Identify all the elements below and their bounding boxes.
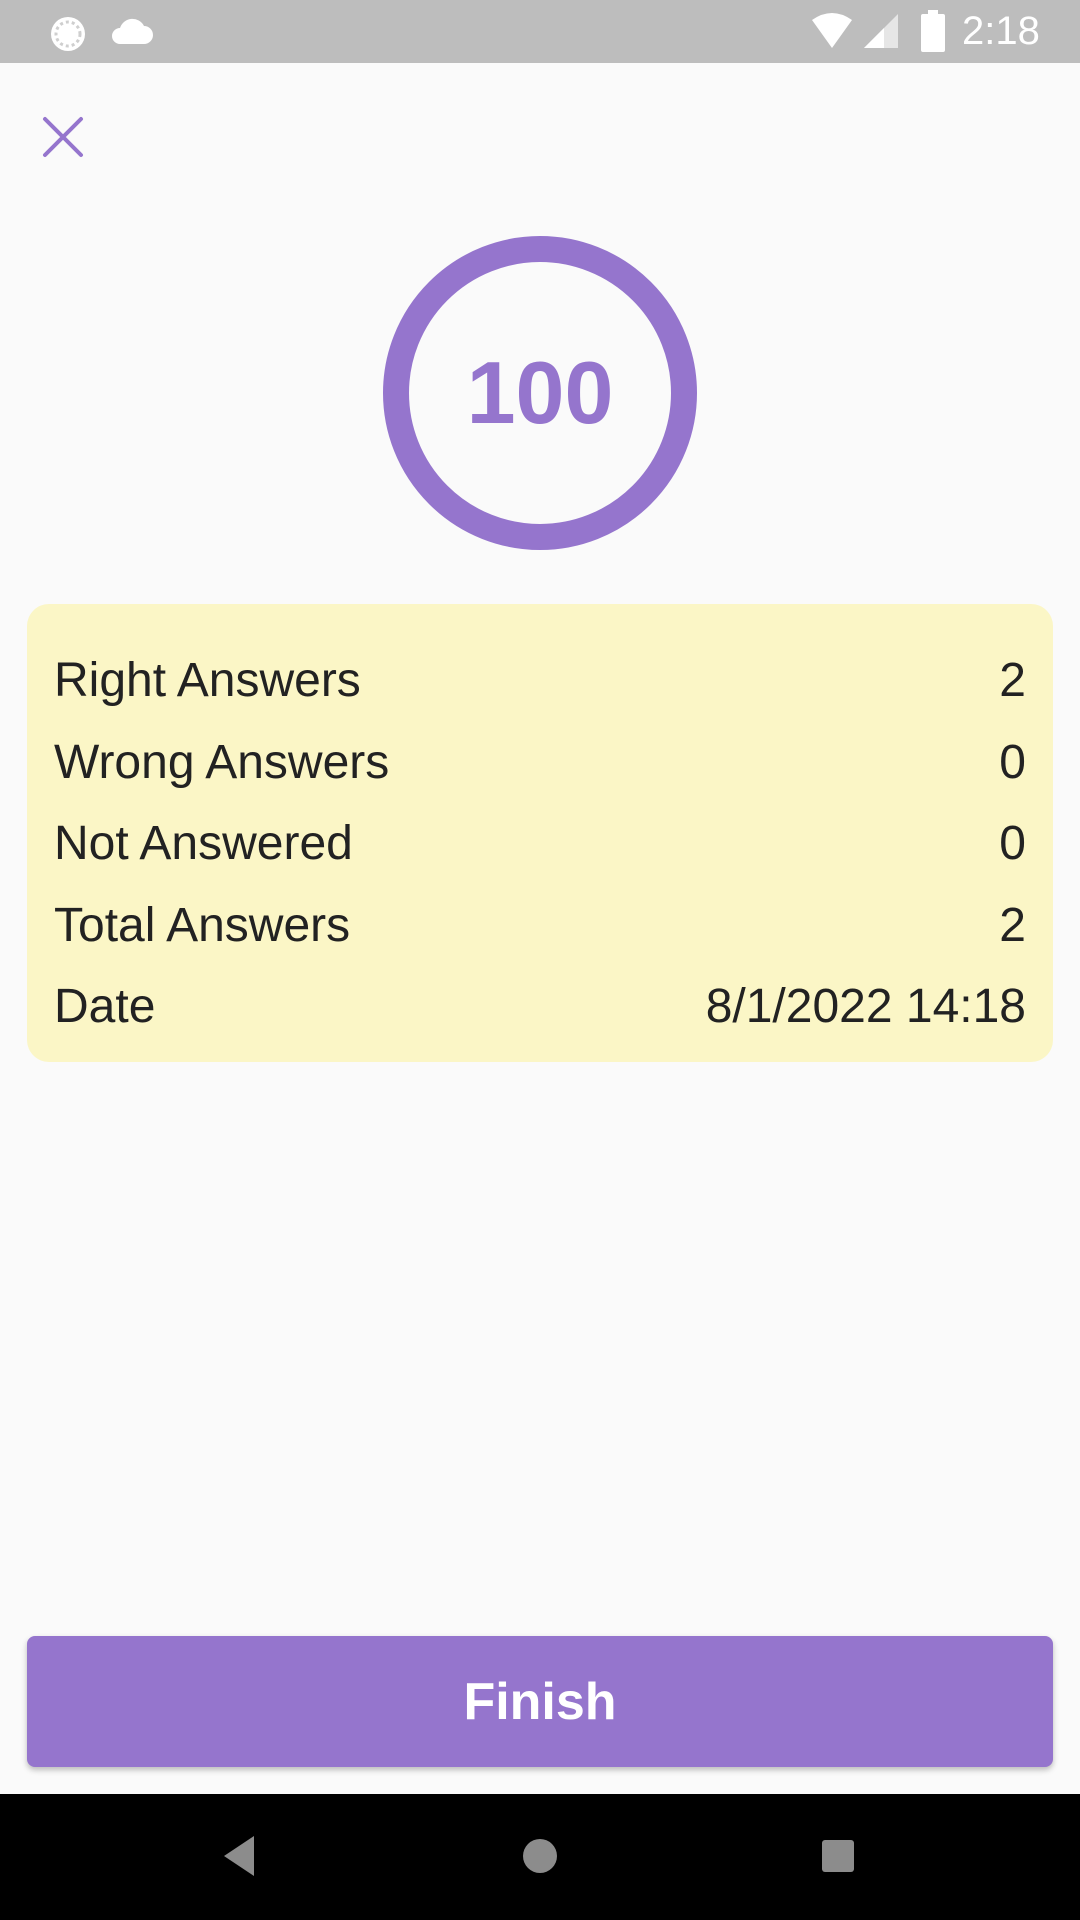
- result-label: Wrong Answers: [54, 735, 390, 789]
- result-row-not-answered: Not Answered 0: [54, 803, 1026, 885]
- battery-icon: [921, 10, 945, 52]
- result-row-wrong-answers: Wrong Answers 0: [54, 722, 1026, 804]
- result-value: 2: [999, 654, 1026, 708]
- score-ring: 100: [382, 235, 698, 551]
- cloud-icon: [108, 14, 154, 48]
- result-value: 0: [999, 735, 1026, 789]
- recents-icon[interactable]: [816, 1832, 860, 1880]
- close-button[interactable]: [30, 106, 96, 172]
- result-row-date: Date 8/1/2022 14:18: [54, 966, 1026, 1048]
- quiz-result-screen: 2:18 100 Right Answers 2 Wrong Answers 0…: [0, 0, 1080, 1920]
- signal-icon: [862, 12, 900, 50]
- home-icon[interactable]: [518, 1830, 562, 1882]
- status-time: 2:18: [962, 9, 1040, 53]
- result-value: 2: [999, 898, 1026, 952]
- finish-button[interactable]: Finish: [27, 1636, 1053, 1767]
- wifi-icon: [810, 12, 854, 50]
- result-row-total-answers: Total Answers 2: [54, 885, 1026, 967]
- close-icon: [41, 115, 85, 164]
- result-row-right-answers: Right Answers 2: [54, 640, 1026, 722]
- results-card: Right Answers 2 Wrong Answers 0 Not Answ…: [27, 604, 1053, 1062]
- result-value: 8/1/2022 14:18: [705, 980, 1026, 1034]
- score-value: 100: [466, 343, 614, 442]
- back-icon[interactable]: [218, 1830, 262, 1882]
- result-label: Right Answers: [54, 654, 361, 708]
- result-label: Date: [54, 980, 156, 1034]
- status-bar: 2:18: [0, 0, 1080, 63]
- result-label: Not Answered: [54, 817, 353, 871]
- result-value: 0: [999, 817, 1026, 871]
- sync-icon: [48, 14, 88, 54]
- result-label: Total Answers: [54, 898, 351, 952]
- navigation-bar: [0, 1794, 1080, 1920]
